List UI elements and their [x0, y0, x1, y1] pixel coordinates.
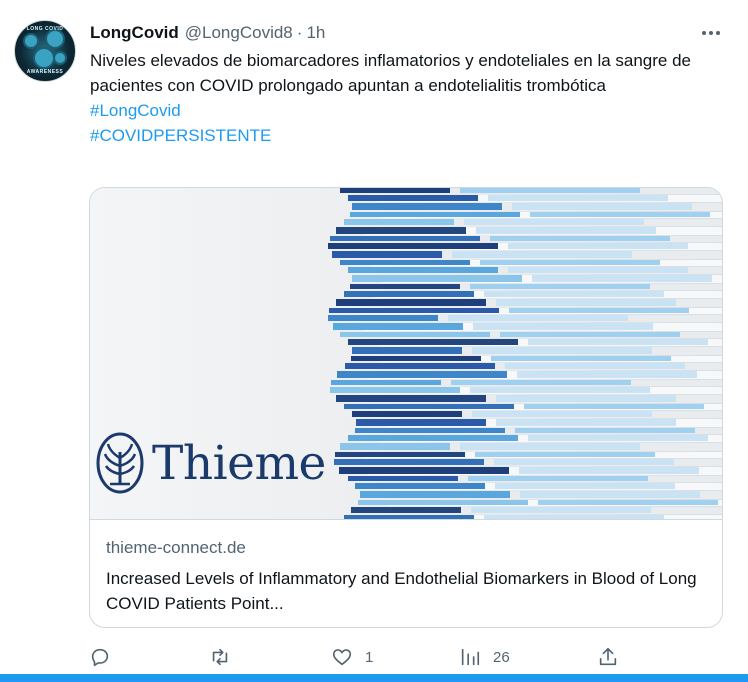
avatar[interactable]: LONG COVID AWARENESS — [14, 20, 76, 82]
avatar-text-bottom: AWARENESS — [26, 69, 64, 75]
card-domain: thieme-connect.de — [106, 538, 246, 557]
virus-decoration — [55, 53, 65, 63]
more-dot-icon — [709, 31, 713, 35]
tweet-actions: 1 26 — [89, 640, 729, 674]
tweet-text: Niveles elevados de biomarcadores inflam… — [90, 48, 710, 148]
avatar-text-top: LONG COVID — [26, 26, 64, 32]
card-image[interactable]: Thieme — [90, 188, 722, 519]
reply-button[interactable] — [89, 640, 123, 674]
more-dot-icon — [702, 31, 706, 35]
like-count: 1 — [365, 648, 374, 666]
views-button[interactable]: 26 — [459, 640, 510, 674]
tweet[interactable]: LONG COVID AWARENESS LongCovid @LongCovi… — [0, 0, 748, 682]
card-meta[interactable]: thieme-connect.de Increased Levels of In… — [90, 519, 722, 627]
tree-emblem-icon — [96, 432, 144, 494]
thieme-logo: Thieme — [96, 432, 326, 494]
hashtag-link[interactable]: #LongCovid — [90, 98, 710, 123]
separator: · — [296, 23, 303, 42]
virus-decoration — [47, 31, 63, 47]
tweet-body: Niveles elevados de biomarcadores inflam… — [90, 51, 692, 95]
virus-decoration — [35, 49, 53, 67]
tweet-header: LongCovid @LongCovid8 · 1h — [90, 22, 728, 44]
more-options-button[interactable] — [700, 22, 722, 44]
views-count: 26 — [493, 648, 510, 666]
card-title: Increased Levels of Inflammatory and End… — [106, 569, 697, 613]
virus-decoration — [25, 35, 37, 47]
views-icon — [461, 648, 480, 666]
share-button[interactable] — [597, 640, 631, 674]
user-handle[interactable]: @LongCovid8 — [185, 23, 293, 43]
share-icon — [599, 647, 617, 666]
heart-icon — [332, 649, 352, 666]
reply-icon — [91, 648, 109, 667]
retweet-icon — [212, 648, 228, 666]
link-card[interactable]: Thieme thieme-connect.de Increased Level… — [89, 187, 723, 628]
retweet-button[interactable] — [209, 640, 243, 674]
timestamp[interactable]: 1h — [306, 23, 325, 43]
display-name[interactable]: LongCovid — [90, 23, 179, 43]
bottom-accent-bar — [0, 674, 748, 682]
logo-text: Thieme — [152, 435, 326, 491]
hashtag-link[interactable]: #COVIDPERSISTENTE — [90, 123, 710, 148]
like-button[interactable]: 1 — [331, 640, 373, 674]
more-dot-icon — [716, 31, 720, 35]
